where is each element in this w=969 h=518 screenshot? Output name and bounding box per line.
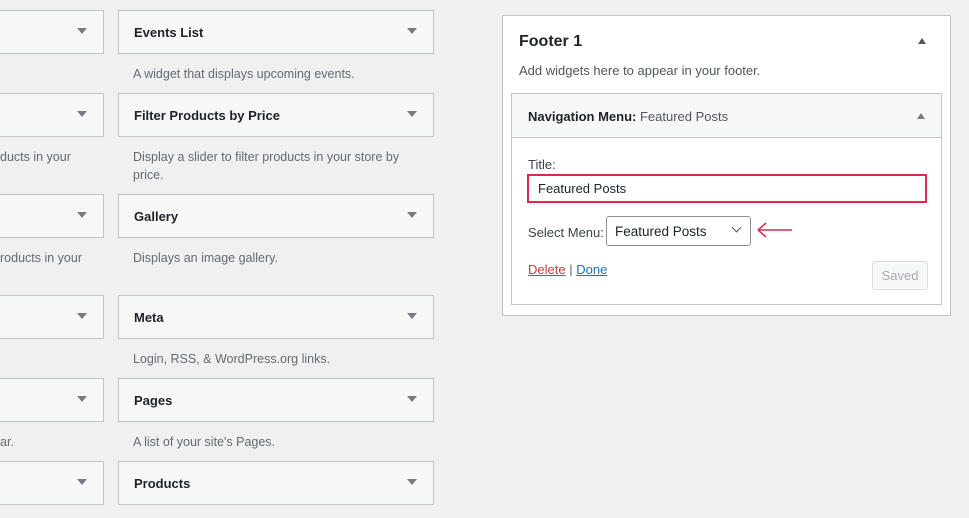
- title-label: Title:: [528, 157, 556, 172]
- widget-description: ducts in your: [0, 150, 71, 164]
- title-input[interactable]: [527, 174, 927, 203]
- available-widget[interactable]: Pages: [118, 378, 434, 422]
- widget-title: Products: [134, 476, 191, 491]
- available-widget[interactable]: Gallery: [118, 194, 434, 238]
- widget-description: Login, RSS, & WordPress.org links.: [133, 352, 331, 366]
- widget-description: ar.: [0, 435, 14, 449]
- expand-arrow-icon[interactable]: [407, 396, 417, 402]
- expand-arrow-icon[interactable]: [77, 396, 87, 402]
- expand-arrow-icon[interactable]: [407, 479, 417, 485]
- expand-arrow-icon[interactable]: [77, 212, 87, 218]
- widget-header[interactable]: Navigation Menu: Featured Posts: [512, 94, 941, 138]
- expand-arrow-icon[interactable]: [407, 28, 417, 34]
- available-widget[interactable]: Filter Products by Price: [118, 93, 434, 137]
- widget-name: Featured Posts: [639, 109, 729, 124]
- available-widget[interactable]: Products: [118, 461, 434, 505]
- expand-arrow-icon[interactable]: [407, 111, 417, 117]
- widget-description: A widget that displays upcoming events.: [133, 67, 355, 81]
- widget-description: Displays an image gallery.: [133, 251, 278, 265]
- delete-link[interactable]: Delete: [528, 262, 566, 277]
- available-widget[interactable]: [0, 378, 104, 422]
- arrow-left-icon: [757, 222, 792, 238]
- saved-button[interactable]: Saved: [872, 261, 928, 290]
- chevron-down-icon: [731, 222, 742, 233]
- available-widget[interactable]: [0, 93, 104, 137]
- navigation-menu-widget: Navigation Menu: Featured Posts Title: S…: [511, 93, 942, 305]
- widget-description: Display a slider to filter products in y…: [133, 150, 400, 182]
- widget-description: roducts in your: [0, 251, 82, 265]
- widget-type: Navigation Menu:: [528, 109, 637, 124]
- collapse-arrow-icon[interactable]: [918, 38, 926, 44]
- available-widget[interactable]: [0, 295, 104, 339]
- expand-arrow-icon[interactable]: [407, 313, 417, 319]
- expand-arrow-icon[interactable]: [77, 479, 87, 485]
- expand-arrow-icon[interactable]: [77, 28, 87, 34]
- footer-1-sidebar: Footer 1 Add widgets here to appear in y…: [502, 15, 951, 316]
- widget-title: Pages: [134, 393, 173, 408]
- available-widget[interactable]: [0, 461, 104, 505]
- available-widget[interactable]: Meta: [118, 295, 434, 339]
- select-menu-dropdown[interactable]: Featured Posts: [606, 216, 751, 246]
- select-value: Featured Posts: [615, 224, 707, 239]
- sidebar-description: Add widgets here to appear in your foote…: [519, 63, 761, 78]
- expand-arrow-icon[interactable]: [407, 212, 417, 218]
- collapse-arrow-icon[interactable]: [917, 113, 925, 119]
- expand-arrow-icon[interactable]: [77, 313, 87, 319]
- done-link[interactable]: Done: [576, 262, 607, 277]
- available-widget[interactable]: [0, 194, 104, 238]
- widget-title: Events List: [134, 25, 204, 40]
- sidebar-title[interactable]: Footer 1: [519, 33, 582, 51]
- select-menu-label: Select Menu:: [528, 225, 604, 240]
- available-widget[interactable]: Events List: [118, 10, 434, 54]
- expand-arrow-icon[interactable]: [77, 111, 87, 117]
- widget-title: Meta: [134, 310, 164, 325]
- available-widget[interactable]: [0, 10, 104, 54]
- widget-description: A list of your site's Pages.: [133, 435, 276, 449]
- separator: |: [569, 262, 573, 277]
- widget-title: Filter Products by Price: [134, 108, 280, 123]
- widget-title: Gallery: [134, 209, 179, 224]
